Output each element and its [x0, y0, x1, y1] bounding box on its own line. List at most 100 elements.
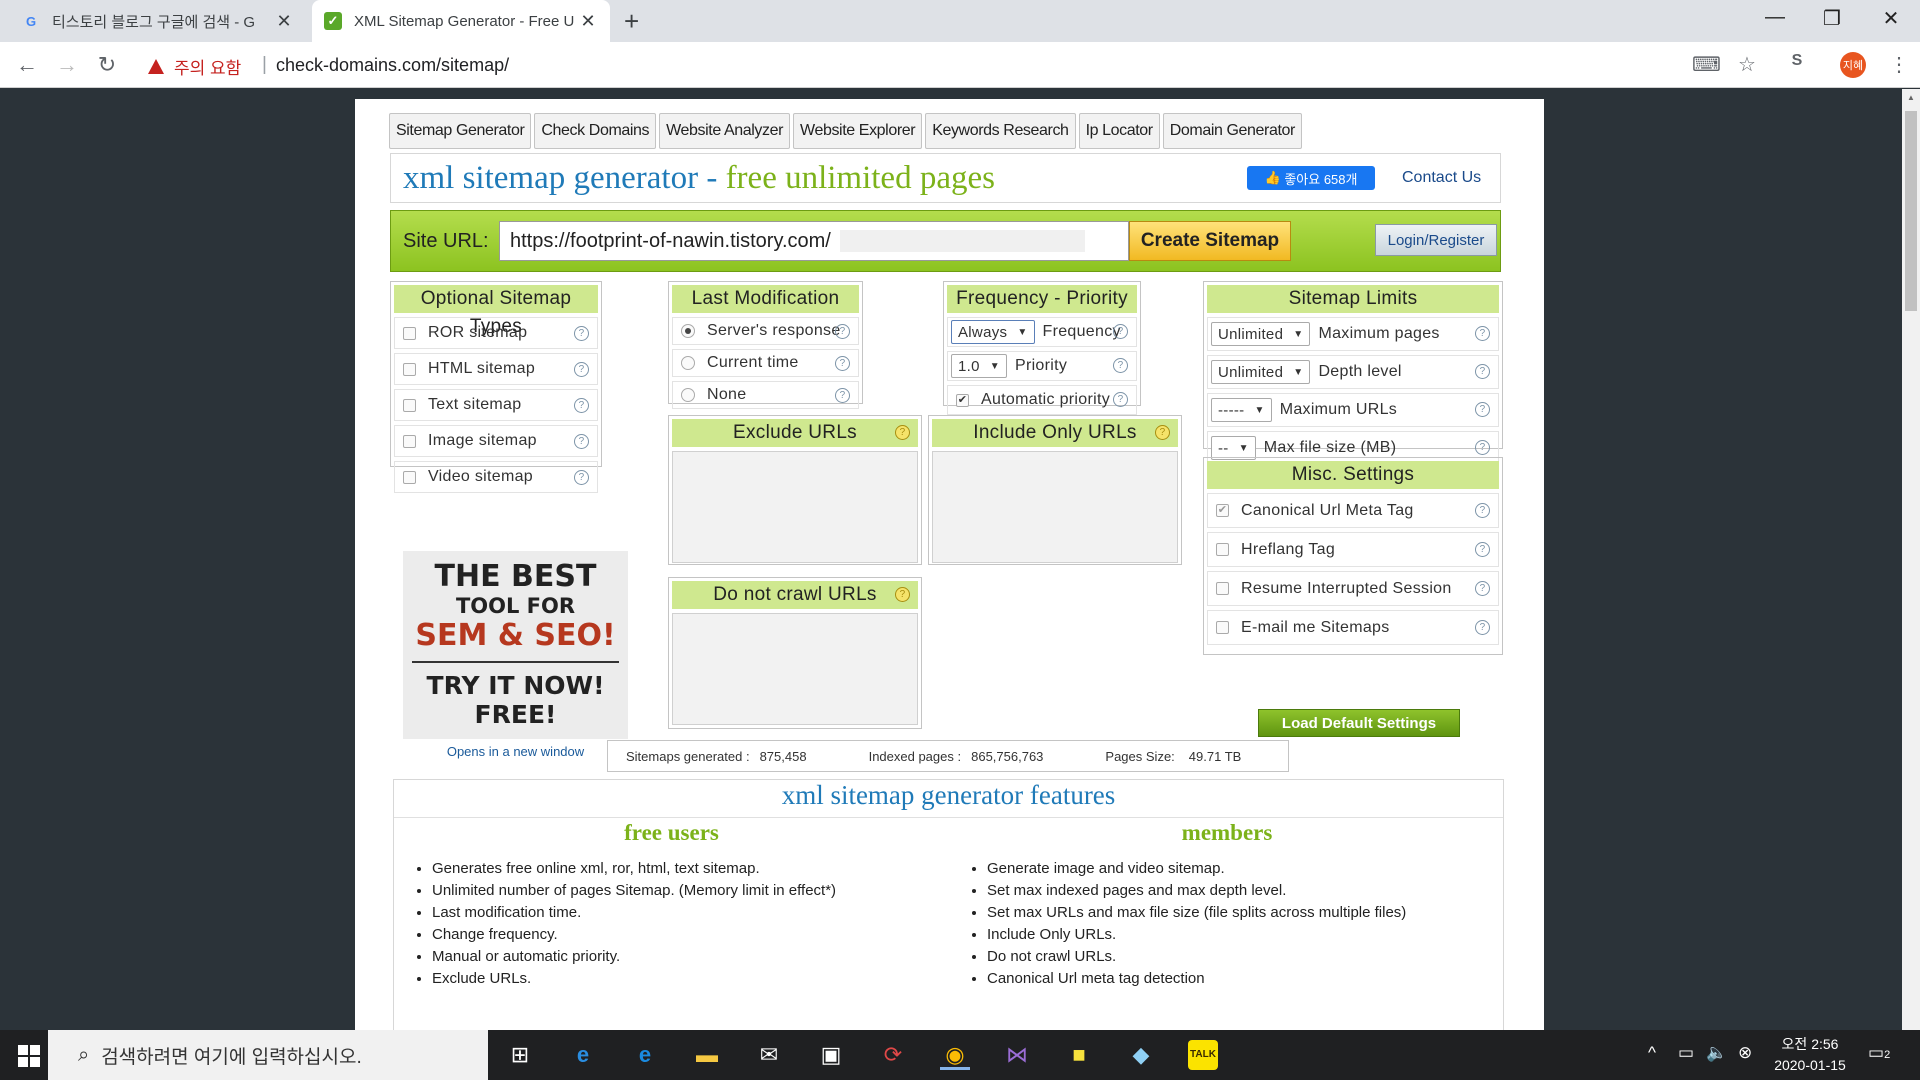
help-icon[interactable]: ?	[574, 434, 589, 449]
current-time-option[interactable]: Current time?	[672, 349, 859, 377]
battery-icon[interactable]: ▭	[1678, 1043, 1694, 1063]
depth-level-select[interactable]: Unlimited ▼	[1211, 360, 1311, 384]
minimize-icon[interactable]: —	[1760, 6, 1790, 29]
help-icon[interactable]: ?	[895, 425, 910, 440]
checkbox-checked[interactable]: ✔	[956, 393, 969, 407]
promo-note-link[interactable]: Opens in a new window	[403, 744, 628, 759]
create-sitemap-button[interactable]: Create Sitemap	[1129, 221, 1291, 261]
close-window-icon[interactable]: ✕	[1876, 6, 1906, 31]
help-icon[interactable]: ?	[574, 362, 589, 377]
nav-website-analyzer[interactable]: Website Analyzer	[659, 113, 791, 149]
restore-icon[interactable]: ❐	[1817, 6, 1847, 31]
star-icon[interactable]: ☆	[1733, 52, 1761, 77]
app-icon[interactable]: ◆	[1126, 1040, 1156, 1070]
radio-selected[interactable]	[681, 324, 695, 338]
checkbox[interactable]	[1216, 543, 1229, 556]
help-icon[interactable]: ?	[1113, 392, 1128, 407]
video-sitemap-option[interactable]: Video sitemap?	[394, 461, 598, 493]
checkbox[interactable]	[403, 326, 416, 340]
close-tab-icon[interactable]: ✕	[578, 11, 598, 32]
checkbox[interactable]	[403, 470, 416, 484]
sync-app-icon[interactable]: ⟳	[878, 1040, 908, 1070]
email-option[interactable]: E-mail me Sitemaps?	[1207, 610, 1499, 645]
include-urls-textarea[interactable]	[932, 451, 1178, 563]
nav-check-domains[interactable]: Check Domains	[534, 113, 657, 149]
resume-option[interactable]: Resume Interrupted Session?	[1207, 571, 1499, 606]
checkbox[interactable]	[1216, 621, 1229, 634]
none-option[interactable]: None?	[672, 381, 859, 409]
radio[interactable]	[681, 356, 695, 370]
site-url-input[interactable]: https://footprint-of-nawin.tistory.com/	[499, 221, 1129, 261]
sticky-notes-icon[interactable]: ■	[1064, 1040, 1094, 1070]
edge-icon[interactable]: e	[630, 1040, 660, 1070]
max-pages-select[interactable]: Unlimited ▼	[1211, 322, 1311, 346]
facebook-like-button[interactable]: 👍 좋아요 658개	[1247, 166, 1375, 190]
checkbox[interactable]	[403, 398, 416, 412]
radio[interactable]	[681, 388, 695, 402]
auto-priority-row[interactable]: ✔ Automatic priority?	[947, 385, 1137, 415]
forward-icon[interactable]: →	[52, 52, 82, 78]
file-explorer-icon[interactable]: ▬	[692, 1040, 722, 1070]
new-tab-button[interactable]: +	[624, 6, 639, 37]
tray-chevron-icon[interactable]: ^	[1648, 1043, 1656, 1063]
back-icon[interactable]: ←	[12, 52, 42, 78]
scroll-up-icon[interactable]: ▲	[1902, 89, 1920, 107]
menu-icon[interactable]: ⋮	[1885, 52, 1913, 77]
taskbar-search[interactable]: ⌕ 검색하려면 여기에 입력하십시오.	[48, 1030, 488, 1080]
promo-banner[interactable]: THE BEST TOOL FOR SEM & SEO! TRY IT NOW!…	[403, 551, 628, 739]
checkbox[interactable]	[1216, 582, 1229, 595]
servers-response-option[interactable]: Server's response?	[672, 317, 859, 345]
volume-icon[interactable]: 🔈	[1706, 1043, 1727, 1063]
priority-select[interactable]: 1.0 ▼	[951, 354, 1007, 378]
ror-sitemap-option[interactable]: ROR sitemap?	[394, 317, 598, 349]
help-icon[interactable]: ?	[574, 398, 589, 413]
avatar[interactable]: 지혜	[1840, 52, 1866, 78]
checkbox[interactable]	[403, 434, 416, 448]
browser-tab-sitemap[interactable]: ✓ XML Sitemap Generator - Free U ✕	[312, 0, 610, 42]
help-icon[interactable]: ?	[1155, 425, 1170, 440]
help-icon[interactable]: ?	[1475, 364, 1490, 379]
task-view-icon[interactable]: ⊞	[505, 1040, 535, 1070]
notifications-icon[interactable]: ▭2	[1868, 1043, 1890, 1063]
close-tab-icon[interactable]: ✕	[274, 11, 294, 32]
nav-keywords-research[interactable]: Keywords Research	[925, 113, 1076, 149]
kakaotalk-icon[interactable]: TALK	[1188, 1040, 1218, 1070]
chrome-icon[interactable]: ◉	[940, 1040, 970, 1070]
page-scrollbar[interactable]: ▲	[1902, 89, 1920, 1030]
mail-icon[interactable]: ✉	[754, 1040, 784, 1070]
help-icon[interactable]: ?	[835, 356, 850, 371]
scrollbar-thumb[interactable]	[1905, 111, 1917, 311]
visual-studio-icon[interactable]: ⋈	[1002, 1040, 1032, 1070]
browser-tab-google[interactable]: G 티스토리 블로그 구글에 검색 - G ✕	[10, 0, 306, 42]
store-icon[interactable]: ▣	[816, 1040, 846, 1070]
nav-domain-generator[interactable]: Domain Generator	[1162, 113, 1302, 149]
html-sitemap-option[interactable]: HTML sitemap?	[394, 353, 598, 385]
help-icon[interactable]: ?	[1113, 324, 1128, 339]
exclude-urls-textarea[interactable]	[672, 451, 918, 563]
help-icon[interactable]: ?	[835, 388, 850, 403]
frequency-select[interactable]: Always ▼	[951, 320, 1035, 344]
checkbox[interactable]	[403, 362, 416, 376]
help-icon[interactable]: ?	[895, 587, 910, 602]
translate-icon[interactable]: ⌨	[1692, 52, 1721, 77]
nav-website-explorer[interactable]: Website Explorer	[793, 113, 923, 149]
load-default-settings-button[interactable]: Load Default Settings	[1258, 709, 1460, 737]
nav-ip-locator[interactable]: Ip Locator	[1078, 113, 1160, 149]
contact-link[interactable]: Contact Us	[1402, 169, 1481, 187]
taskbar-clock[interactable]: 오전 2:56 2020-01-15	[1760, 1034, 1860, 1076]
max-urls-select[interactable]: ----- ▼	[1211, 398, 1272, 422]
help-icon[interactable]: ?	[574, 326, 589, 341]
help-icon[interactable]: ?	[1475, 440, 1490, 455]
url-text[interactable]: check-domains.com/sitemap/	[276, 55, 509, 76]
network-icon[interactable]: ⊗	[1738, 1043, 1752, 1063]
extension-icon[interactable]: S	[1783, 52, 1811, 70]
help-icon[interactable]: ?	[1475, 620, 1490, 635]
help-icon[interactable]: ?	[1475, 503, 1490, 518]
help-icon[interactable]: ?	[1113, 358, 1128, 373]
help-icon[interactable]: ?	[1475, 402, 1490, 417]
security-warning[interactable]: 주의 요함	[148, 54, 241, 79]
image-sitemap-option[interactable]: Image sitemap?	[394, 425, 598, 457]
help-icon[interactable]: ?	[1475, 581, 1490, 596]
login-register-button[interactable]: Login/Register	[1375, 224, 1497, 256]
hreflang-option[interactable]: Hreflang Tag?	[1207, 532, 1499, 567]
